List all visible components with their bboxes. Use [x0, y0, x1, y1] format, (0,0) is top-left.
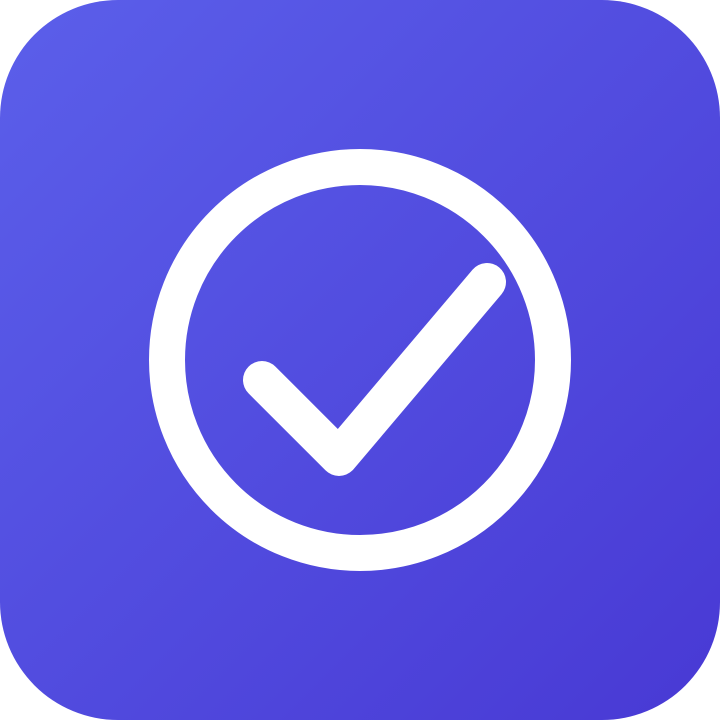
circle-outline — [149, 149, 571, 571]
check-circle-icon — [149, 149, 571, 571]
app-icon[interactable] — [0, 0, 720, 720]
checkmark-stroke — [243, 263, 506, 476]
